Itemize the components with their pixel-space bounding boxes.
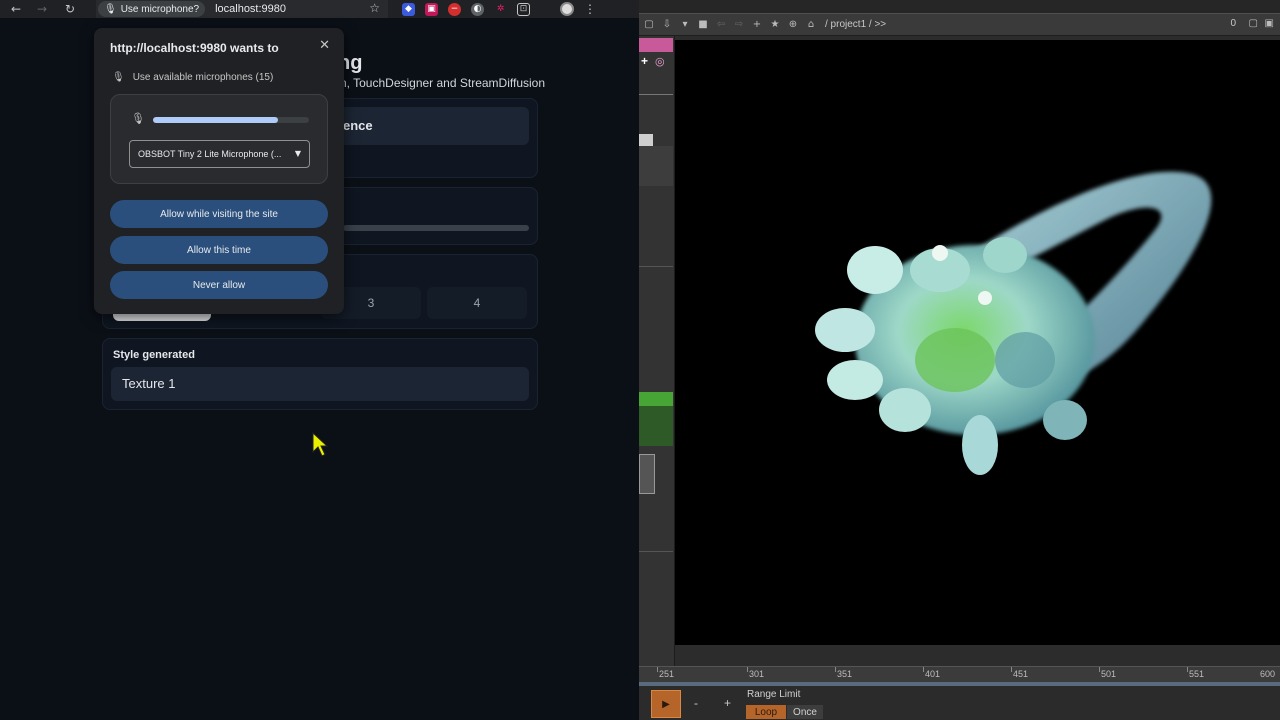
add-node-icon[interactable]: + <box>641 54 648 68</box>
extension-icons: ◆ ▣ − ◐ ✲ ⊡ ⋮ <box>402 0 596 18</box>
td-top-strip <box>639 0 1280 13</box>
mic-level-fill <box>153 117 278 123</box>
mic-permission-popup: http://localhost:9980 wants to ✕ 🎙 Use a… <box>94 28 344 314</box>
green-node[interactable] <box>639 392 673 406</box>
mic-permission-chip[interactable]: 🎙 Use microphone? <box>98 1 206 17</box>
selected-microphone: OBSBOT Tiny 2 Lite Microphone (... <box>138 149 282 159</box>
down-arrow-icon[interactable]: ⇩ <box>661 19 673 30</box>
pink-node[interactable] <box>639 38 673 52</box>
allow-this-time-button[interactable]: Allow this time <box>110 236 328 264</box>
popup-mic-row-label: Use available microphones (15) <box>132 72 274 83</box>
tick-mark <box>747 667 748 672</box>
node-thumbnail[interactable] <box>639 454 655 494</box>
loop-button[interactable]: Loop <box>746 705 786 719</box>
td-network-toolbar: ▢ ⇩ ▾ ■ ⇦ ⇨ + ★ ⊕ ⌂ / project1 / >> 0 ▢ … <box>639 13 1280 36</box>
maximize-icon[interactable]: ▢ <box>1249 18 1258 29</box>
window-icon[interactable]: ▢ <box>643 19 655 30</box>
bitwarden-shield-icon[interactable]: ◆ <box>402 2 415 16</box>
translate-icon[interactable]: ◐ <box>471 2 484 16</box>
tick-mark <box>1099 667 1100 672</box>
blocker-icon[interactable]: − <box>448 2 461 16</box>
once-button[interactable]: Once <box>787 705 823 719</box>
puzzle-extensions-icon[interactable]: ⊡ <box>517 2 530 16</box>
divider <box>639 266 673 267</box>
close-pane-icon[interactable]: ▣ <box>1265 18 1274 29</box>
style-value-field: Texture 1 <box>111 367 529 401</box>
target-icon[interactable]: ◎ <box>655 55 665 68</box>
transport-bar: ▶ - + Range Limit Loop Once <box>639 686 1280 720</box>
rendered-sculpture-image <box>815 171 1212 475</box>
timeline-ruler[interactable]: 251 301 351 401 451 501 551 600 <box>639 666 1280 682</box>
timeline-tick: 251 <box>659 669 675 679</box>
network-path[interactable]: / project1 / >> <box>825 19 886 30</box>
timeline-tick: 401 <box>925 669 941 679</box>
add-icon[interactable]: + <box>751 19 763 30</box>
bookmark-star-icon[interactable]: ☆ <box>369 1 380 15</box>
microphone-icon: 🎙 <box>104 3 117 15</box>
microphone-level-icon: 🎙 <box>131 112 145 125</box>
browser-window: ← → ↻ 🎙 Use microphone? localhost:9980 ☆… <box>0 0 639 720</box>
url-text[interactable]: localhost:9980 <box>215 3 286 15</box>
tick-mark <box>1011 667 1012 672</box>
mic-selection-box: 🎙 OBSBOT Tiny 2 Lite Microphone (... ▼ <box>110 94 328 184</box>
divider <box>639 551 673 552</box>
td-counter: 0 <box>1230 18 1236 29</box>
style-value: Texture 1 <box>122 376 176 391</box>
td-side-strip: + ◎ <box>639 36 675 666</box>
allow-while-visiting-button[interactable]: Allow while visiting the site <box>110 200 328 228</box>
popup-mic-row: 🎙 Use available microphones (15) <box>112 72 273 83</box>
chevron-down-icon: ▼ <box>294 149 301 158</box>
mouse-cursor-icon <box>312 432 328 457</box>
tick-mark <box>657 667 658 672</box>
menu-kebab-icon[interactable]: ⋮ <box>584 2 596 16</box>
tick-mark <box>835 667 836 672</box>
pocket-icon[interactable]: ▣ <box>425 2 438 16</box>
step-back-button[interactable]: - <box>694 696 698 710</box>
play-button[interactable]: ▶ <box>651 690 681 718</box>
page-subtitle: n, TouchDesigner and StreamDiffusion <box>340 76 546 90</box>
tick-mark <box>923 667 924 672</box>
zoom-icon[interactable]: ⊕ <box>787 19 799 30</box>
home-icon[interactable]: ⌂ <box>805 19 817 30</box>
divider <box>639 94 673 95</box>
dropdown-icon[interactable]: ▾ <box>679 19 691 30</box>
back-arrow-icon[interactable]: ⇦ <box>715 19 727 30</box>
address-bar[interactable]: 🎙 Use microphone? localhost:9980 ☆ <box>96 0 388 18</box>
timeline-tick: 301 <box>749 669 765 679</box>
mic-chip-label: Use microphone? <box>120 3 200 15</box>
range-limit-label: Range Limit <box>747 689 801 700</box>
step-forward-button[interactable]: + <box>724 696 731 710</box>
profile-avatar[interactable] <box>560 2 574 16</box>
style-generated-card: Style generated Texture 1 <box>102 338 538 410</box>
green-node-body <box>639 406 673 446</box>
forward-arrow-icon[interactable]: ⇨ <box>733 19 745 30</box>
node-block <box>639 146 673 186</box>
browser-toolbar: ← → ↻ 🎙 Use microphone? localhost:9980 ☆… <box>0 0 639 18</box>
star-icon[interactable]: ★ <box>769 19 781 30</box>
render-viewer <box>675 40 1280 645</box>
stop-icon[interactable]: ■ <box>697 19 709 30</box>
timeline-tick: 501 <box>1101 669 1117 679</box>
microphone-icon: 🎙 <box>112 72 125 83</box>
option-4-button[interactable]: 4 <box>427 287 527 319</box>
screen: ← → ↻ 🎙 Use microphone? localhost:9980 ☆… <box>0 0 1280 720</box>
never-allow-button[interactable]: Never allow <box>110 271 328 299</box>
reload-icon[interactable]: ↻ <box>60 0 80 18</box>
touchdesigner-window: ▢ ⇩ ▾ ■ ⇦ ⇨ + ★ ⊕ ⌂ / project1 / >> 0 ▢ … <box>639 0 1280 720</box>
card-1-text: ence <box>343 118 373 133</box>
back-icon[interactable]: ← <box>6 0 26 18</box>
timeline-tick: 551 <box>1189 669 1205 679</box>
microphone-select[interactable]: OBSBOT Tiny 2 Lite Microphone (... ▼ <box>129 140 310 168</box>
mic-level-meter <box>153 117 309 123</box>
timeline-tick: 351 <box>837 669 853 679</box>
close-icon[interactable]: ✕ <box>319 38 330 53</box>
timeline-tick: 451 <box>1013 669 1029 679</box>
extension-a-icon[interactable]: ✲ <box>494 3 507 16</box>
forward-icon[interactable]: → <box>32 0 52 18</box>
timeline-tick: 600 <box>1260 669 1276 679</box>
card-2-progress-track <box>343 225 529 231</box>
tick-mark <box>1187 667 1188 672</box>
popup-title: http://localhost:9980 wants to <box>110 41 279 55</box>
style-generated-label: Style generated <box>113 349 195 361</box>
